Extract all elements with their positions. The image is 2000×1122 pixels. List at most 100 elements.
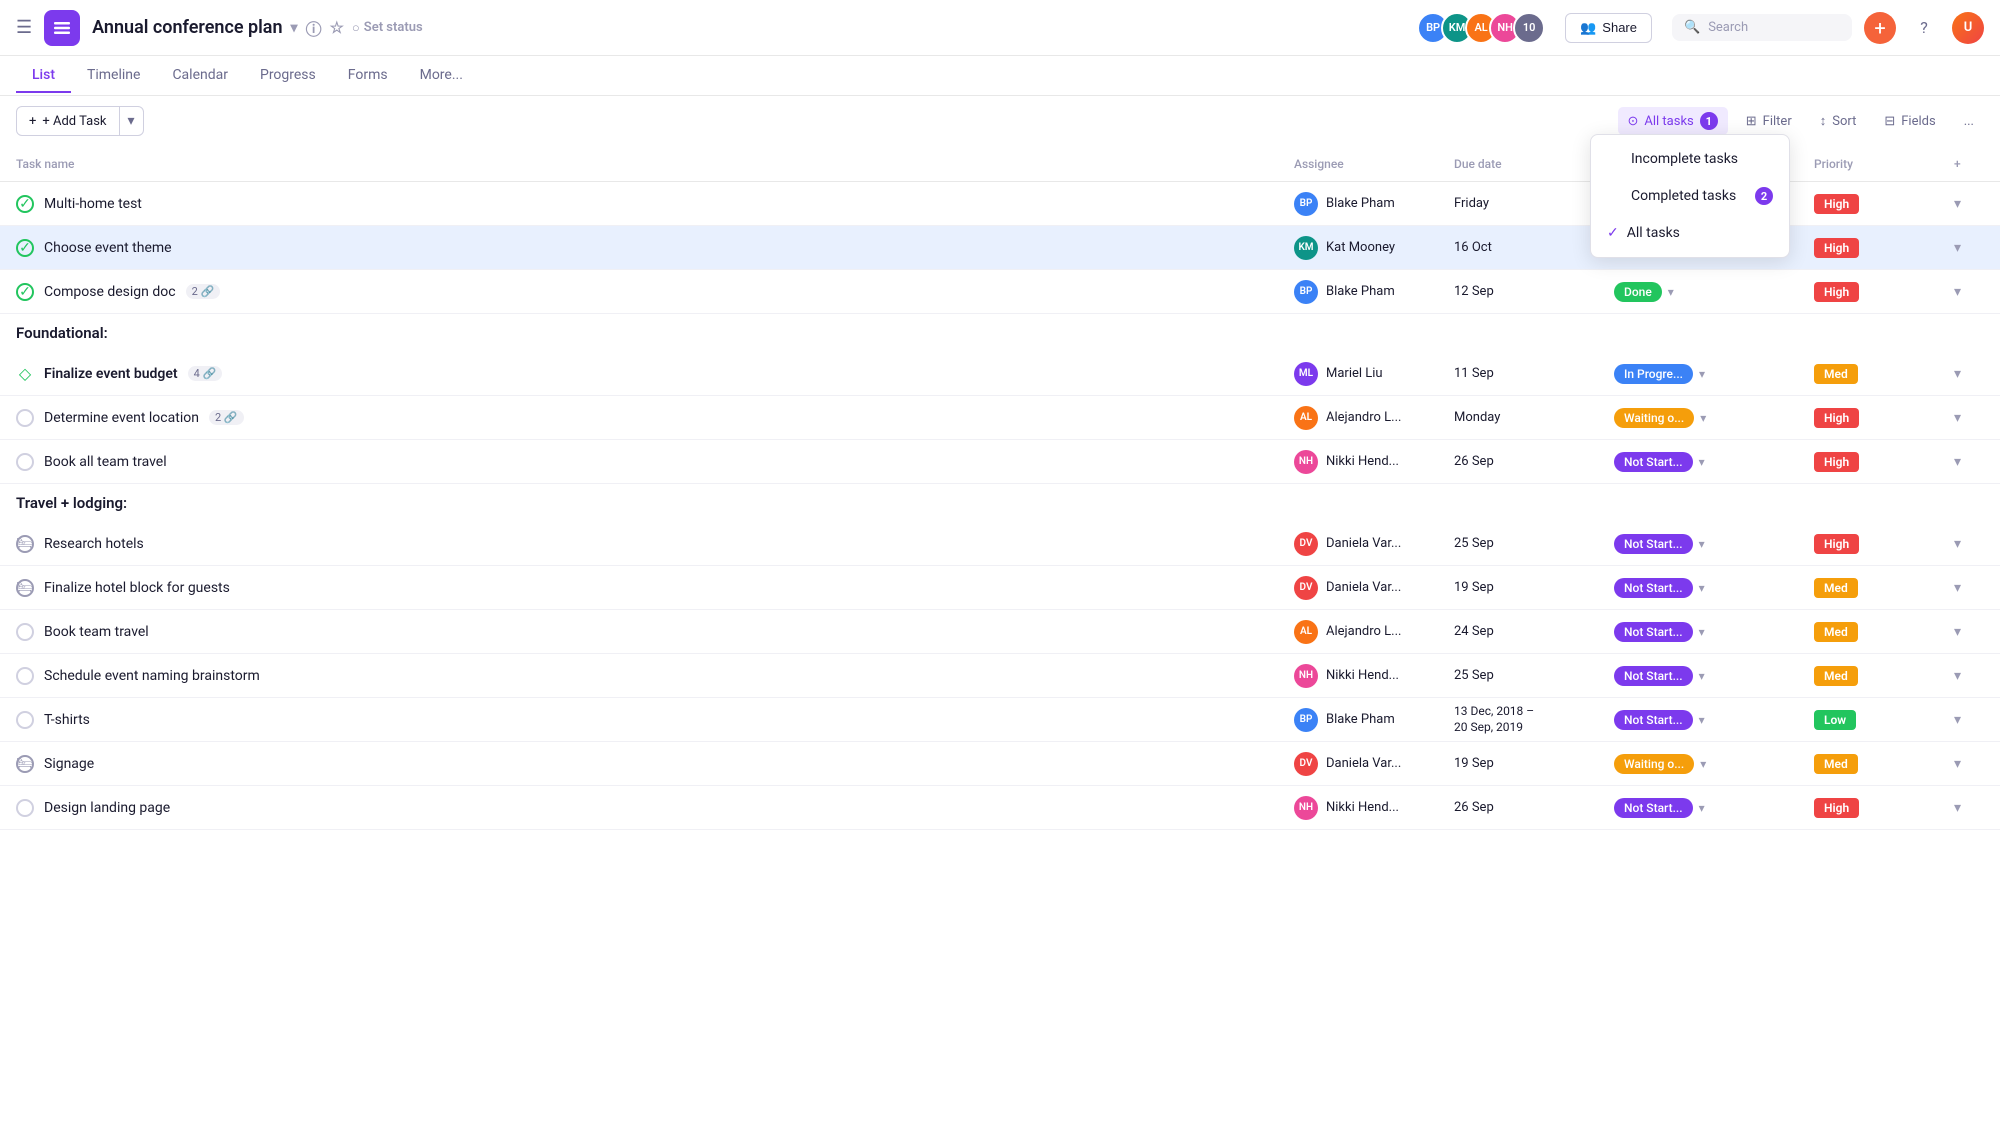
status-chevron[interactable]: ▾ [1699,581,1705,595]
row-chevron[interactable]: ▾ [1954,196,1984,212]
task-check-icon[interactable]: ✓ [16,239,34,257]
table-row[interactable]: Determine event location 2 🔗 AL Alejandr… [0,396,2000,440]
task-name: T-shirts [44,712,90,728]
assignee-cell: BP Blake Pham [1294,708,1454,732]
task-name-cell: Determine event location 2 🔗 [16,409,1294,427]
app-icon [44,10,80,46]
tab-timeline[interactable]: Timeline [71,59,156,93]
completed-tasks-option[interactable]: Completed tasks 2 [1591,177,1789,215]
task-check-icon[interactable]: ✓ [16,283,34,301]
star-icon[interactable]: ☆ [330,18,344,37]
task-check-icon[interactable] [16,799,34,817]
tab-forms[interactable]: Forms [332,59,404,93]
row-chevron[interactable]: ▾ [1954,410,1984,426]
task-check-icon[interactable] [16,711,34,729]
row-chevron[interactable]: ▾ [1954,366,1984,382]
assignee-name: Daniela Var... [1326,580,1401,595]
tab-progress[interactable]: Progress [244,59,332,93]
task-check-icon[interactable]: ✓ [16,195,34,213]
info-icon[interactable]: ⓘ [306,16,322,40]
all-tasks-filter-btn[interactable]: ⊙ All tasks 1 [1618,107,1728,135]
priority-cell: High [1814,282,1954,302]
toolbar: + + Add Task ▾ ⊙ All tasks 1 ⊞ Filter ↕ … [0,96,2000,146]
task-check-icon[interactable]: 🛏 [16,755,34,773]
row-chevron[interactable]: ▾ [1954,536,1984,552]
tab-more[interactable]: More... [404,59,479,93]
table-row[interactable]: 🛏 Finalize hotel block for guests DV Dan… [0,566,2000,610]
assignee-name: Nikki Hend... [1326,454,1399,469]
task-check-icon[interactable] [16,409,34,427]
tab-list[interactable]: List [16,59,71,93]
help-button[interactable]: ? [1908,12,1940,44]
hamburger-icon[interactable]: ☰ [16,17,32,38]
task-check-icon[interactable]: 🛏 [16,535,34,553]
row-chevron[interactable]: ▾ [1954,756,1984,772]
add-task-dropdown[interactable]: ▾ [119,107,143,135]
task-name: Finalize event budget [44,366,178,382]
status-chevron[interactable]: ▾ [1699,537,1705,551]
set-status-btn[interactable]: ○ Set status [352,20,423,36]
filter-count-badge: 1 [1700,112,1718,130]
status-chevron[interactable]: ▾ [1699,455,1705,469]
priority-cell: Med [1814,364,1954,384]
section-travel-lodging: Travel + lodging: [0,484,2000,522]
status-badge: Not Start... [1614,666,1693,686]
incomplete-tasks-option[interactable]: Incomplete tasks [1591,141,1789,177]
sort-button[interactable]: ↕ Sort [1810,108,1867,134]
add-task-button[interactable]: + + Add Task ▾ [16,106,144,136]
row-chevron[interactable]: ▾ [1954,800,1984,816]
table-row[interactable]: ◇ Finalize event budget 4 🔗 ML Mariel Li… [0,352,2000,396]
user-avatar[interactable]: U [1952,12,1984,44]
row-chevron[interactable]: ▾ [1954,454,1984,470]
table-row[interactable]: Book all team travel NH Nikki Hend... 26… [0,440,2000,484]
add-column-button[interactable]: + [1954,157,1984,171]
project-title: Annual conference plan ▾ ⓘ ☆ ○ Set statu… [92,16,423,40]
row-chevron[interactable]: ▾ [1954,240,1984,256]
status-chevron[interactable]: ▾ [1699,669,1705,683]
task-name: Choose event theme [44,240,172,256]
row-chevron[interactable]: ▾ [1954,624,1984,640]
filter-button[interactable]: ⊞ Filter [1736,109,1802,134]
task-check-icon[interactable] [16,623,34,641]
assignee-name: Blake Pham [1326,196,1395,211]
row-chevron[interactable]: ▾ [1954,284,1984,300]
task-check-icon[interactable]: ◇ [16,365,34,383]
status-chevron[interactable]: ▾ [1699,801,1705,815]
status-chevron[interactable]: ▾ [1700,411,1706,425]
share-button[interactable]: 👥 Share [1565,13,1652,43]
status-chevron[interactable]: ▾ [1668,285,1674,299]
status-chevron[interactable]: ▾ [1699,367,1705,381]
priority-badge: Med [1814,666,1858,686]
table-row[interactable]: Design landing page NH Nikki Hend... 26 … [0,786,2000,830]
priority-badge: Med [1814,754,1858,774]
table-row[interactable]: 🛏 Research hotels DV Daniela Var... 25 S… [0,522,2000,566]
task-name-cell: ✓ Choose event theme [16,239,1294,257]
fields-button[interactable]: ⊟ Fields [1874,109,1945,134]
tab-calendar[interactable]: Calendar [156,59,244,93]
fields-icon: ⊟ [1884,114,1895,129]
task-name-cell: Schedule event naming brainstorm [16,667,1294,685]
task-name: Book team travel [44,624,149,640]
table-row[interactable]: T-shirts BP Blake Pham 13 Dec, 2018 –20 … [0,698,2000,742]
search-box[interactable]: 🔍 Search [1672,14,1852,41]
row-chevron[interactable]: ▾ [1954,668,1984,684]
task-check-icon[interactable] [16,667,34,685]
status-chevron[interactable]: ▾ [1699,625,1705,639]
all-tasks-option[interactable]: ✓ All tasks [1591,215,1789,251]
row-chevron[interactable]: ▾ [1954,580,1984,596]
more-options-button[interactable]: ... [1954,109,1984,134]
table-row[interactable]: 🛏 Signage DV Daniela Var... 19 Sep Waiti… [0,742,2000,786]
row-chevron[interactable]: ▾ [1954,712,1984,728]
add-task-main[interactable]: + + Add Task [17,108,119,135]
table-row[interactable]: ✓ Compose design doc 2 🔗 BP Blake Pham 1… [0,270,2000,314]
task-check-icon[interactable] [16,453,34,471]
table-row[interactable]: Book team travel AL Alejandro L... 24 Se… [0,610,2000,654]
task-check-icon[interactable]: 🛏 [16,579,34,597]
status-chevron[interactable]: ▾ [1700,757,1706,771]
status-chevron[interactable]: ▾ [1699,713,1705,727]
table-row[interactable]: Schedule event naming brainstorm NH Nikk… [0,654,2000,698]
status-cell: Not Start... ▾ [1614,578,1814,598]
assignee-avatar: NH [1294,450,1318,474]
add-button[interactable]: + [1864,12,1896,44]
chevron-down-icon[interactable]: ▾ [291,20,298,36]
